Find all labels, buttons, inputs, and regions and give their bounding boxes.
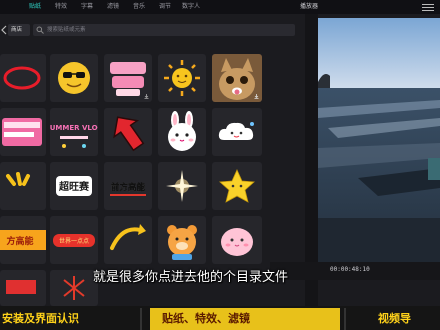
sticker-tile[interactable] <box>212 216 262 264</box>
material-tabs: 贴纸 特效 字幕 滤镜 音乐 调节 数字人 <box>0 0 305 14</box>
search-input[interactable]: 搜索贴纸或元素 <box>33 24 295 36</box>
wantiao-label: 方高能 <box>6 235 33 247</box>
sticker-tile[interactable] <box>104 216 152 264</box>
search-icon <box>36 26 44 34</box>
sticker-tile[interactable] <box>104 54 152 102</box>
sticker-tile[interactable] <box>212 162 262 210</box>
chapter-nav: 安装及界面认识 贴纸、特效、滤镜 视频导 <box>0 306 440 330</box>
chapter-video-export[interactable]: 视频导 <box>378 308 440 330</box>
yellow-star-sticker <box>219 169 255 203</box>
sticker-tile[interactable] <box>0 108 46 156</box>
chaowangsai-text-sticker: 超旺赛 <box>56 176 92 196</box>
chapter-separator <box>344 308 346 330</box>
sun-sticker <box>164 60 200 96</box>
tab-adjust[interactable]: 调节 <box>152 0 178 14</box>
red-firework-sticker <box>63 276 85 300</box>
sticker-tile[interactable]: SUMMER VLOG <box>50 108 98 156</box>
yellow-arrow-sticker <box>110 224 146 250</box>
summer-vlog-label: SUMMER VLOG <box>50 124 98 132</box>
sparkle-sticker <box>166 170 198 202</box>
sticker-tile[interactable] <box>50 270 98 306</box>
sticker-tile[interactable]: 方高能 <box>0 216 46 264</box>
sticker-tile[interactable] <box>158 108 206 156</box>
summer-vlog-sticker: SUMMER VLOG <box>50 124 98 148</box>
video-subtitle: 就是很多你点进去他的个目录文件 <box>93 270 289 285</box>
cloud-face-sticker <box>218 122 254 140</box>
download-icon[interactable] <box>254 94 259 99</box>
red-partial-sticker <box>6 280 36 294</box>
bunny-face-sticker <box>168 111 196 151</box>
source-dropdown[interactable]: 商店 <box>8 24 30 36</box>
sticker-tile[interactable] <box>50 54 98 102</box>
collapse-icon[interactable] <box>0 25 8 35</box>
qianfanggaoneng-sticker: 前方高能 <box>110 182 146 196</box>
sticker-tile[interactable] <box>0 162 46 210</box>
sticker-tile[interactable] <box>158 216 206 264</box>
player-controls: 00:00:48:10 <box>270 262 440 280</box>
sticker-tile[interactable] <box>158 54 206 102</box>
sunglasses-smiley-sticker <box>58 62 90 94</box>
sticker-tile[interactable] <box>0 270 46 306</box>
search-placeholder: 搜索贴纸或元素 <box>47 27 86 33</box>
sticker-tile[interactable]: 前方高能 <box>104 162 152 210</box>
sticker-tile[interactable]: 超旺赛 <box>50 162 98 210</box>
download-icon[interactable] <box>144 94 149 99</box>
sticker-tile[interactable] <box>212 108 262 156</box>
video-preview[interactable] <box>318 18 440 274</box>
sticker-tile[interactable]: 世界一点点 <box>50 216 98 264</box>
menu-icon[interactable] <box>420 2 436 12</box>
tab-stickers[interactable]: 贴纸 <box>22 0 48 14</box>
wantiao-text-sticker: 方高能 <box>0 230 46 250</box>
beach-scene-image <box>318 18 440 274</box>
pink-bubble-sticker <box>2 118 42 146</box>
red-banner-label: 世界一点点 <box>59 237 89 245</box>
qianfanggaoneng-label: 前方高能 <box>111 182 146 193</box>
search-row: 商店 搜索贴纸或元素 <box>0 22 300 38</box>
tab-music[interactable]: 音乐 <box>126 0 152 14</box>
chapter-install-ui[interactable]: 安装及界面认识 <box>0 308 140 330</box>
tab-digital-human[interactable]: 数字人 <box>178 0 204 14</box>
sticker-tile[interactable] <box>158 162 206 210</box>
red-arrow-sticker <box>113 116 145 152</box>
sticker-tile[interactable] <box>212 54 262 102</box>
chapter-stickers-effects-filters[interactable]: 贴纸、特效、滤镜 <box>150 308 340 330</box>
timecode-display: 00:00:48:10 <box>330 266 370 273</box>
tab-effects[interactable]: 特效 <box>48 0 74 14</box>
yellow-dashes-sticker <box>6 172 30 186</box>
pink-blob-sticker <box>221 228 253 256</box>
sticker-tile[interactable] <box>0 54 46 102</box>
bear-sticker <box>167 225 197 260</box>
red-ring-sticker <box>3 66 41 90</box>
tab-text[interactable]: 字幕 <box>74 0 100 14</box>
red-banner-sticker: 世界一点点 <box>53 234 95 247</box>
chaowangsai-label: 超旺赛 <box>58 180 90 193</box>
app-window: 贴纸 特效 字幕 滤镜 音乐 调节 数字人 播放器 商店 搜索贴纸或元素 UMM… <box>0 0 440 330</box>
player-title: 播放器 <box>300 3 319 10</box>
tab-filters[interactable]: 滤镜 <box>100 0 126 14</box>
chapter-separator <box>140 308 142 330</box>
sticker-tile[interactable] <box>104 108 152 156</box>
top-tab-bar: 贴纸 特效 字幕 滤镜 音乐 调节 数字人 播放器 <box>0 0 440 14</box>
